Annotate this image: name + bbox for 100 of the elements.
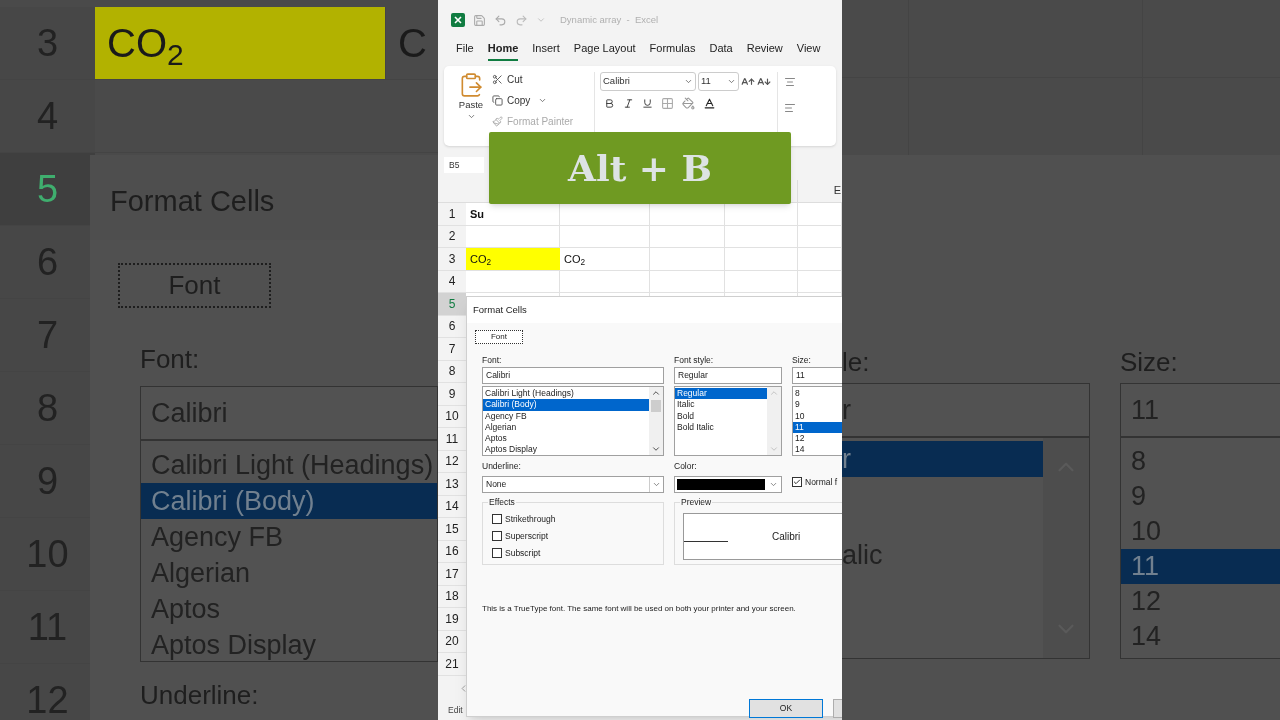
row-number: 5 [448, 295, 456, 313]
font-size-dropdown[interactable]: 11 [698, 72, 739, 91]
list-item[interactable]: Regular [675, 388, 767, 400]
group-title: Preview [680, 497, 713, 508]
dialog-title: Format Cells [473, 302, 527, 317]
dropdown-icon [768, 480, 778, 489]
field-label: Font: [482, 354, 503, 366]
row-number: 9 [448, 385, 456, 403]
table-cell: CO$_{2}$ [466, 248, 560, 270]
row-number: 17 [445, 565, 459, 583]
shortcut-text: Alt + B [568, 146, 712, 191]
row-number: 3 [448, 250, 456, 268]
row-number: 20 [445, 633, 459, 651]
align-icon[interactable] [784, 102, 796, 114]
column-header: E [833, 182, 841, 198]
italic-icon[interactable] [623, 98, 634, 109]
list-item[interactable]: 10 [793, 410, 842, 422]
checkbox-label: Superscript [505, 530, 548, 542]
list-item[interactable]: 8 [793, 388, 842, 400]
group-title: Effects [488, 497, 516, 508]
list-item[interactable]: Bold [675, 410, 767, 422]
excel-logo-icon [451, 13, 465, 27]
menu-tab[interactable]: Home [487, 40, 519, 61]
list-item[interactable]: Italic [675, 399, 767, 411]
row-number: 7 [448, 340, 456, 358]
align-icon[interactable] [784, 76, 796, 88]
checkbox-label: Normal f [805, 476, 838, 489]
row-number: 8 [448, 363, 456, 381]
save-icon[interactable] [473, 13, 486, 27]
row-number: 5 [36, 166, 59, 212]
row-number: 12 [445, 453, 459, 471]
checkbox-label: Strikethrough [505, 513, 556, 525]
field-label: Underline: [482, 460, 522, 472]
list-item[interactable]: 11 [793, 421, 842, 434]
row-number: 10 [445, 408, 459, 426]
list-item[interactable]: Algerian [483, 421, 649, 434]
row-number: 18 [445, 588, 459, 606]
tab[interactable]: Font [475, 330, 523, 344]
menu-tab[interactable]: Formulas [649, 40, 696, 59]
menu-tab[interactable]: Insert [532, 40, 560, 59]
menu-tab[interactable]: Page Layout [573, 40, 636, 59]
checkbox-label: Subscript [505, 547, 541, 559]
copy-icon [492, 95, 503, 106]
font-name-dropdown[interactable]: Calibri [600, 72, 696, 91]
list-item[interactable]: 14 [793, 444, 842, 456]
row-number: 16 [445, 543, 459, 561]
menu-tab[interactable]: Data [709, 40, 733, 59]
paintbrush-icon [492, 116, 503, 127]
row-number: 19 [445, 610, 459, 628]
list-item[interactable]: Aptos [483, 433, 649, 445]
checkbox[interactable] [492, 514, 502, 524]
menu-tab[interactable]: View [796, 40, 821, 59]
table-cell: CO$_{2}$ [560, 248, 650, 270]
input-field[interactable]: Calibri [482, 367, 664, 384]
list-item[interactable]: 9 [793, 399, 842, 411]
row-number: 2 [448, 228, 456, 246]
list-item[interactable]: Calibri Light (Headings) [483, 388, 649, 400]
checkbox[interactable] [492, 531, 502, 541]
row-number: 21 [445, 655, 459, 673]
field-label: Color: [674, 460, 698, 472]
input-field[interactable]: 11 [792, 367, 842, 384]
field-label: Font style: [674, 354, 715, 366]
bold-icon[interactable] [604, 98, 615, 109]
checkbox[interactable] [492, 548, 502, 558]
borders-icon[interactable] [661, 97, 674, 110]
cut-button[interactable]: Cut [492, 72, 592, 87]
row-number: 11 [445, 430, 459, 448]
underline-icon[interactable] [642, 98, 653, 109]
preview-text: Calibri [772, 530, 801, 544]
name-box[interactable]: B5 [444, 157, 484, 173]
row-number: 1 [448, 205, 456, 223]
row-number: 13 [445, 475, 459, 493]
input-field[interactable]: Regular [674, 367, 782, 384]
checkbox[interactable] [792, 477, 802, 488]
font-color-icon[interactable] [703, 97, 716, 110]
paste-label[interactable]: Paste [458, 98, 484, 113]
undo-icon[interactable] [494, 13, 507, 27]
field-label: Size: [792, 354, 812, 366]
row-number: 14 [445, 498, 459, 516]
row-number: 15 [445, 520, 459, 538]
info-text: This is a TrueType font. The same font will be used on both your printer and your screen. [482, 604, 796, 613]
menu-tab[interactable]: Review [746, 40, 783, 59]
scroll-up-icon[interactable] [651, 388, 661, 398]
scroll-thumb[interactable] [651, 400, 661, 412]
ok-button[interactable]: OK [749, 699, 823, 718]
list-item[interactable]: Bold Italic [675, 421, 767, 434]
scroll-down-icon[interactable] [651, 444, 661, 454]
list-item[interactable]: Calibri (Body) [483, 399, 649, 411]
copy-button[interactable]: Copy [492, 93, 592, 108]
cell: CO$_{2}$ [95, 7, 385, 79]
list-item[interactable]: Aptos Display [483, 444, 649, 456]
list-item[interactable]: Agency FB [483, 410, 649, 422]
underline-dropdown[interactable]: None [482, 476, 664, 493]
caret-icon [684, 77, 693, 86]
fill-color-icon[interactable] [682, 97, 695, 110]
list-item[interactable]: 12 [793, 433, 842, 445]
menu-tab[interactable]: File [456, 40, 474, 59]
color-dropdown[interactable] [674, 476, 782, 493]
status-text: Edit [448, 703, 463, 717]
row-number: 4 [448, 273, 456, 291]
